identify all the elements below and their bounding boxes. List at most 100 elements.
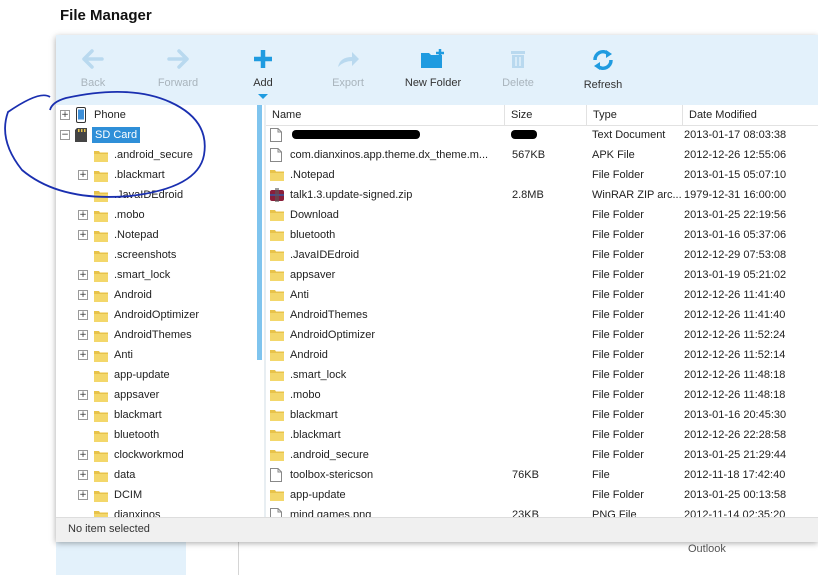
- cell-date: 2012-11-14 02:35:20: [684, 509, 786, 517]
- expand-toggle-icon[interactable]: +: [78, 390, 88, 400]
- cell-date: 2013-01-25 00:13:58: [684, 489, 787, 501]
- cell-size: [512, 225, 588, 245]
- table-row[interactable]: com.dianxinos.app.theme.dx_theme.m... 567…: [266, 145, 818, 165]
- table-row[interactable]: appsaver File Folder 2013-01-19 05:21:02: [266, 265, 818, 285]
- export-button[interactable]: Export: [308, 43, 388, 103]
- tree-item[interactable]: + blackmart: [56, 405, 264, 425]
- cell-type: File Folder: [592, 489, 644, 501]
- column-header-size[interactable]: Size: [504, 105, 586, 125]
- background-window-content: [238, 541, 818, 575]
- cell-type: File Folder: [592, 289, 644, 301]
- expand-toggle-icon[interactable]: +: [78, 470, 88, 480]
- tree-item[interactable]: .screenshots: [56, 245, 264, 265]
- cell-date: 2012-12-26 11:52:14: [684, 349, 786, 361]
- cell-type: Text Document: [592, 129, 666, 141]
- expand-toggle-icon[interactable]: +: [78, 410, 88, 420]
- tree-item[interactable]: + AndroidThemes: [56, 325, 264, 345]
- forward-button[interactable]: Forward: [138, 43, 218, 103]
- tree-label-phone: Phone: [94, 109, 126, 121]
- tree-item[interactable]: bluetooth: [56, 425, 264, 445]
- tree-item-sdcard[interactable]: − SD Card: [56, 125, 264, 145]
- refresh-button[interactable]: Refresh: [563, 43, 643, 103]
- back-label: Back: [80, 77, 106, 89]
- collapse-toggle-icon[interactable]: −: [60, 130, 70, 140]
- expand-toggle-icon[interactable]: +: [78, 330, 88, 340]
- cell-type: File Folder: [592, 269, 644, 281]
- table-row[interactable]: .smart_lock File Folder 2012-12-26 11:48:1…: [266, 365, 818, 385]
- delete-label: Delete: [502, 77, 534, 89]
- tree-item-label: AndroidOptimizer: [114, 309, 199, 321]
- tree-item[interactable]: + .mobo: [56, 205, 264, 225]
- export-icon: [338, 52, 359, 67]
- expand-toggle-icon[interactable]: +: [78, 170, 88, 180]
- table-row[interactable]: toolbox-stericson 76KB File 2012-11-18 17:4…: [266, 465, 818, 485]
- tree-item[interactable]: + Anti: [56, 345, 264, 365]
- table-row[interactable]: AndroidThemes File Folder 2012-12-26 11:41…: [266, 305, 818, 325]
- table-row[interactable]: Android File Folder 2012-12-26 11:52:14: [266, 345, 818, 365]
- table-row[interactable]: bluetooth File Folder 2013-01-16 05:37:06: [266, 225, 818, 245]
- cell-name: .mobo: [290, 389, 321, 401]
- tree-item[interactable]: app-update: [56, 365, 264, 385]
- tree-item[interactable]: + .blackmart: [56, 165, 264, 185]
- tree-item[interactable]: + clockworkmod: [56, 445, 264, 465]
- expand-toggle-icon[interactable]: +: [78, 350, 88, 360]
- cell-size: 2.8MB: [512, 189, 544, 201]
- table-row[interactable]: .android_secure File Folder 2013-01-25 21:…: [266, 445, 818, 465]
- new-folder-icon: [421, 49, 444, 68]
- cell-date: 2013-01-15 05:07:10: [684, 169, 787, 181]
- redaction-mark: [292, 130, 420, 139]
- add-dropdown-caret-icon[interactable]: [258, 94, 268, 99]
- cell-date: 2012-12-26 11:52:24: [684, 329, 786, 341]
- table-row[interactable]: AndroidOptimizer File Folder 2012-12-26 11…: [266, 325, 818, 345]
- table-row[interactable]: Text Document 2013-01-17 08:03:38: [266, 125, 818, 145]
- table-row[interactable]: app-update File Folder 2013-01-25 00:13:58: [266, 485, 818, 505]
- cell-type: PNG File: [592, 509, 637, 517]
- table-row[interactable]: .mobo File Folder 2012-12-26 11:48:18: [266, 385, 818, 405]
- new-folder-button[interactable]: New Folder: [393, 43, 473, 103]
- expand-toggle-icon[interactable]: +: [78, 450, 88, 460]
- tree-item[interactable]: + DCIM: [56, 485, 264, 505]
- cell-name: appsaver: [290, 269, 336, 281]
- table-row[interactable]: .Notepad File Folder 2013-01-15 05:07:10: [266, 165, 818, 185]
- expand-toggle-icon[interactable]: +: [78, 210, 88, 220]
- table-row[interactable]: mind games.png 23KB PNG File 2012-11-14 02:…: [266, 505, 818, 517]
- tree-item[interactable]: dianxinos: [56, 505, 264, 517]
- tree-item-label: clockworkmod: [114, 449, 184, 461]
- tree-item-label: .Notepad: [114, 229, 159, 241]
- cell-type: File Folder: [592, 349, 644, 361]
- table-row[interactable]: blackmart File Folder 2013-01-16 20:45:30: [266, 405, 818, 425]
- expand-toggle-icon[interactable]: +: [78, 290, 88, 300]
- add-label: Add: [253, 77, 273, 89]
- tree-item[interactable]: + Android: [56, 285, 264, 305]
- table-row[interactable]: talk1.3.update-signed.zip 2.8MB WinRAR ZIP…: [266, 185, 818, 205]
- tree-item[interactable]: + AndroidOptimizer: [56, 305, 264, 325]
- cell-name: Anti: [290, 289, 309, 301]
- expand-toggle-icon[interactable]: +: [78, 490, 88, 500]
- expand-toggle-icon[interactable]: +: [78, 230, 88, 240]
- sd-card-icon: [75, 128, 87, 142]
- tree-item[interactable]: + data: [56, 465, 264, 485]
- expand-toggle-icon[interactable]: +: [78, 270, 88, 280]
- tree-item[interactable]: + .Notepad: [56, 225, 264, 245]
- table-row[interactable]: .JavaIDEdroid File Folder 2012-12-29 07:53…: [266, 245, 818, 265]
- cell-size: [512, 345, 588, 365]
- refresh-icon: [593, 50, 613, 70]
- tree-item[interactable]: .JavaIDEdroid: [56, 185, 264, 205]
- tree-item[interactable]: .android_secure: [56, 145, 264, 165]
- column-header-date-modified[interactable]: Date Modified: [682, 105, 818, 125]
- table-row[interactable]: Download File Folder 2013-01-25 22:19:56: [266, 205, 818, 225]
- tree-item[interactable]: + appsaver: [56, 385, 264, 405]
- column-header-type[interactable]: Type: [586, 105, 682, 125]
- tree-item-label: Android: [114, 289, 152, 301]
- back-button[interactable]: Back: [53, 43, 133, 103]
- tree-item[interactable]: + .smart_lock: [56, 265, 264, 285]
- tree-scrollbar[interactable]: [257, 105, 262, 360]
- add-button[interactable]: Add: [223, 43, 303, 103]
- table-row[interactable]: .blackmart File Folder 2012-12-26 22:28:58: [266, 425, 818, 445]
- tree-item-phone[interactable]: + Phone: [56, 105, 264, 125]
- expand-toggle-icon[interactable]: +: [78, 310, 88, 320]
- column-header-name[interactable]: Name: [266, 105, 504, 125]
- expand-toggle-icon[interactable]: +: [60, 110, 70, 120]
- delete-button[interactable]: Delete: [478, 43, 558, 103]
- table-row[interactable]: Anti File Folder 2012-12-26 11:41:40: [266, 285, 818, 305]
